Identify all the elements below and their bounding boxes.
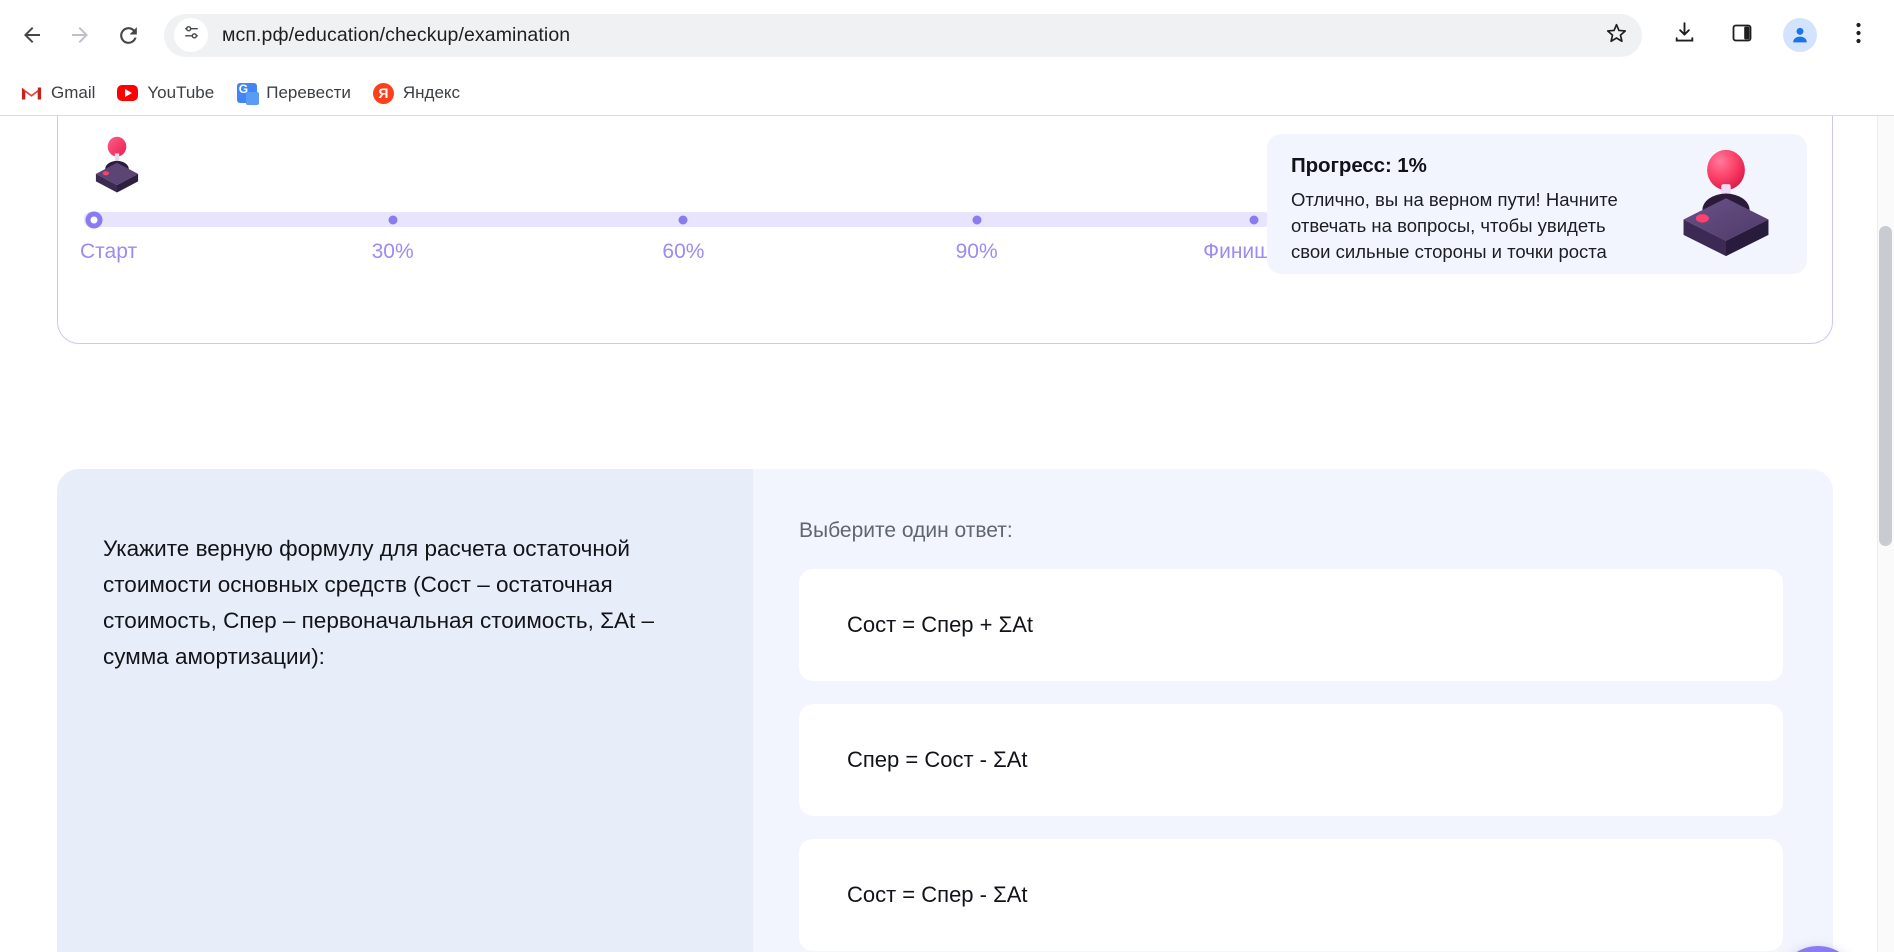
chrome-menu-button[interactable]	[1836, 13, 1880, 57]
forward-button[interactable]	[58, 13, 102, 57]
progress-description: Отлично, вы на верном пути! Начните отве…	[1291, 189, 1618, 262]
answer-option[interactable]: Сост = Спер + ΣAt	[799, 569, 1783, 681]
progress-label-start: Старт	[80, 240, 138, 263]
progress-start-marker	[85, 211, 103, 228]
page-scrollbar[interactable]	[1877, 116, 1894, 952]
progress-card: Старт 30% 60% 90% Финиш Прогресс: 1% Отл…	[57, 116, 1833, 344]
yandex-icon: Я	[372, 82, 394, 104]
downloads-button[interactable]	[1662, 13, 1706, 57]
page-content: Старт 30% 60% 90% Финиш Прогресс: 1% Отл…	[0, 116, 1894, 952]
progress-info-card: Прогресс: 1% Отлично, вы на верном пути!…	[1267, 134, 1807, 274]
progress-track[interactable]	[84, 211, 1271, 228]
progress-label-60: 60%	[662, 240, 705, 263]
progress-labels: Старт 30% 60% 90% Финиш	[80, 240, 1271, 270]
progress-label-finish: Финиш	[1203, 240, 1271, 263]
bookmark-star-button[interactable]	[1596, 15, 1636, 55]
progress-label-90: 90%	[955, 240, 998, 263]
progress-milestone-30	[388, 215, 398, 224]
scrollbar-thumb[interactable]	[1879, 226, 1892, 546]
bookmark-gmail[interactable]: Gmail	[12, 76, 104, 110]
answer-option[interactable]: Сост = Спер - ΣAt	[799, 839, 1783, 951]
three-dot-menu-icon	[1855, 22, 1861, 49]
profile-button[interactable]	[1778, 13, 1822, 57]
bookmark-translate[interactable]: G Перевести	[227, 76, 360, 110]
bookmark-star-icon	[1604, 20, 1629, 50]
joystick-icon	[86, 133, 148, 195]
answers-prompt: Выберите один ответ:	[799, 519, 1013, 542]
bookmark-label: YouTube	[147, 83, 215, 102]
back-button[interactable]	[10, 13, 54, 57]
answer-option-label: Спер = Сост - ΣAt	[847, 747, 1028, 772]
bookmark-label: Яндекс	[402, 83, 461, 102]
download-icon	[1672, 20, 1697, 50]
bookmarks-bar: Gmail YouTube G Перевести Я Яндекс	[0, 70, 1894, 116]
browser-toolbar: мсп.рф/education/checkup/examination	[0, 0, 1894, 70]
back-arrow-icon	[20, 23, 44, 47]
answer-option-label: Сост = Спер - ΣAt	[847, 882, 1028, 907]
tab-strip-corner	[770, 0, 1430, 8]
progress-milestone-60	[678, 215, 688, 224]
reload-button[interactable]	[106, 13, 150, 57]
answer-option[interactable]: Спер = Сост - ΣAt	[799, 704, 1783, 816]
question-column: Укажите верную формулу для расчета остат…	[57, 469, 753, 952]
progress-label-30: 30%	[371, 240, 414, 263]
progress-milestone-90	[972, 215, 982, 224]
bookmark-yandex[interactable]: Я Яндекс	[364, 76, 469, 110]
gmail-icon	[21, 83, 42, 104]
side-panel-icon	[1730, 21, 1754, 50]
site-settings-icon	[182, 23, 201, 47]
forward-arrow-icon	[68, 23, 92, 47]
question-text: Укажите верную формулу для расчета остат…	[103, 536, 655, 669]
profile-avatar-icon	[1783, 18, 1817, 52]
answers-column: Выберите один ответ: Сост = Спер + ΣAt С…	[753, 469, 1833, 952]
answer-option-label: Сост = Спер + ΣAt	[847, 612, 1034, 637]
progress-milestone-finish	[1249, 215, 1259, 224]
browser-chrome: мсп.рф/education/checkup/examination Gma…	[0, 0, 1894, 116]
side-panel-button[interactable]	[1720, 13, 1764, 57]
joystick-icon	[1667, 144, 1785, 262]
bookmark-label: Gmail	[51, 83, 96, 102]
bookmark-label: Перевести	[266, 83, 351, 102]
youtube-icon	[117, 83, 139, 104]
site-settings-button[interactable]	[174, 18, 208, 52]
url-text[interactable]: мсп.рф/education/checkup/examination	[222, 24, 1596, 47]
address-bar[interactable]: мсп.рф/education/checkup/examination	[164, 13, 1642, 57]
question-panel: Укажите верную формулу для расчета остат…	[57, 469, 1833, 952]
reload-icon	[116, 23, 141, 48]
bookmark-youtube[interactable]: YouTube	[108, 76, 223, 110]
google-translate-icon: G	[236, 83, 259, 105]
